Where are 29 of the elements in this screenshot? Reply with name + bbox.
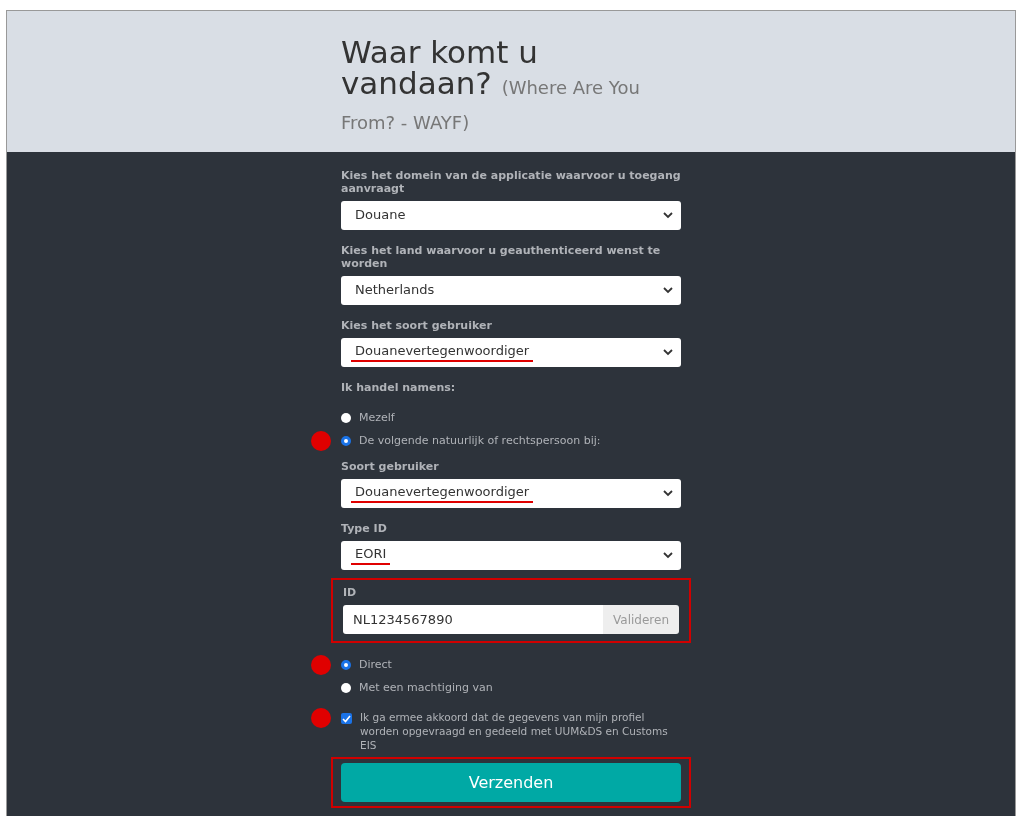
- field-label: Kies het land waarvoor u geauthenticeerd wenst te worden: [341, 244, 662, 270]
- checkbox[interactable]: [341, 713, 352, 724]
- field-label: Soort gebruiker: [341, 460, 440, 473]
- page-title: Waar komt u vandaan? (Where Are You From? - WAYF): [341, 37, 641, 135]
- field-label: Kies het soort gebruiker: [341, 319, 493, 332]
- radio-button[interactable]: [341, 682, 351, 693]
- field-label: Kies het domein van de applicatie waarvoor u toegang aanvraagt: [341, 169, 681, 195]
- dropdown[interactable]: Douane: [341, 201, 681, 230]
- dropdown[interactable]: Douanevertegenwoordiger: [341, 338, 681, 367]
- radio-label: De volgende natuurlijk of rechtspersoon bij:: [359, 434, 601, 447]
- radio-label: Met een machtiging van: [359, 681, 493, 694]
- chevron-down-icon: [663, 349, 673, 356]
- field-label: ID: [343, 586, 358, 599]
- radio-button[interactable]: [341, 412, 351, 423]
- consent-text: Ik ga ermee akkoord dat de gegevens van mijn profiel worden opgevraagd en gedeeld met UUM&DS en Customs EIS: [360, 710, 669, 752]
- field-label: Type ID: [341, 522, 388, 535]
- dropdown[interactable]: Douanevertegenwoordiger: [341, 479, 681, 508]
- chevron-down-icon: [663, 212, 673, 219]
- chevron-down-icon: [663, 287, 673, 294]
- id-input-field[interactable]: NL1234567890: [343, 605, 604, 634]
- chevron-down-icon: [663, 490, 673, 497]
- radio-label: Direct: [359, 658, 392, 671]
- radio-label: Mezelf: [359, 411, 395, 424]
- radio-button[interactable]: [341, 435, 351, 446]
- section-label: Ik handel namens:: [341, 381, 457, 394]
- dropdown[interactable]: Netherlands: [341, 276, 681, 305]
- chevron-down-icon: [663, 552, 673, 559]
- radio-button[interactable]: [341, 659, 351, 670]
- dropdown[interactable]: EORI: [341, 541, 681, 570]
